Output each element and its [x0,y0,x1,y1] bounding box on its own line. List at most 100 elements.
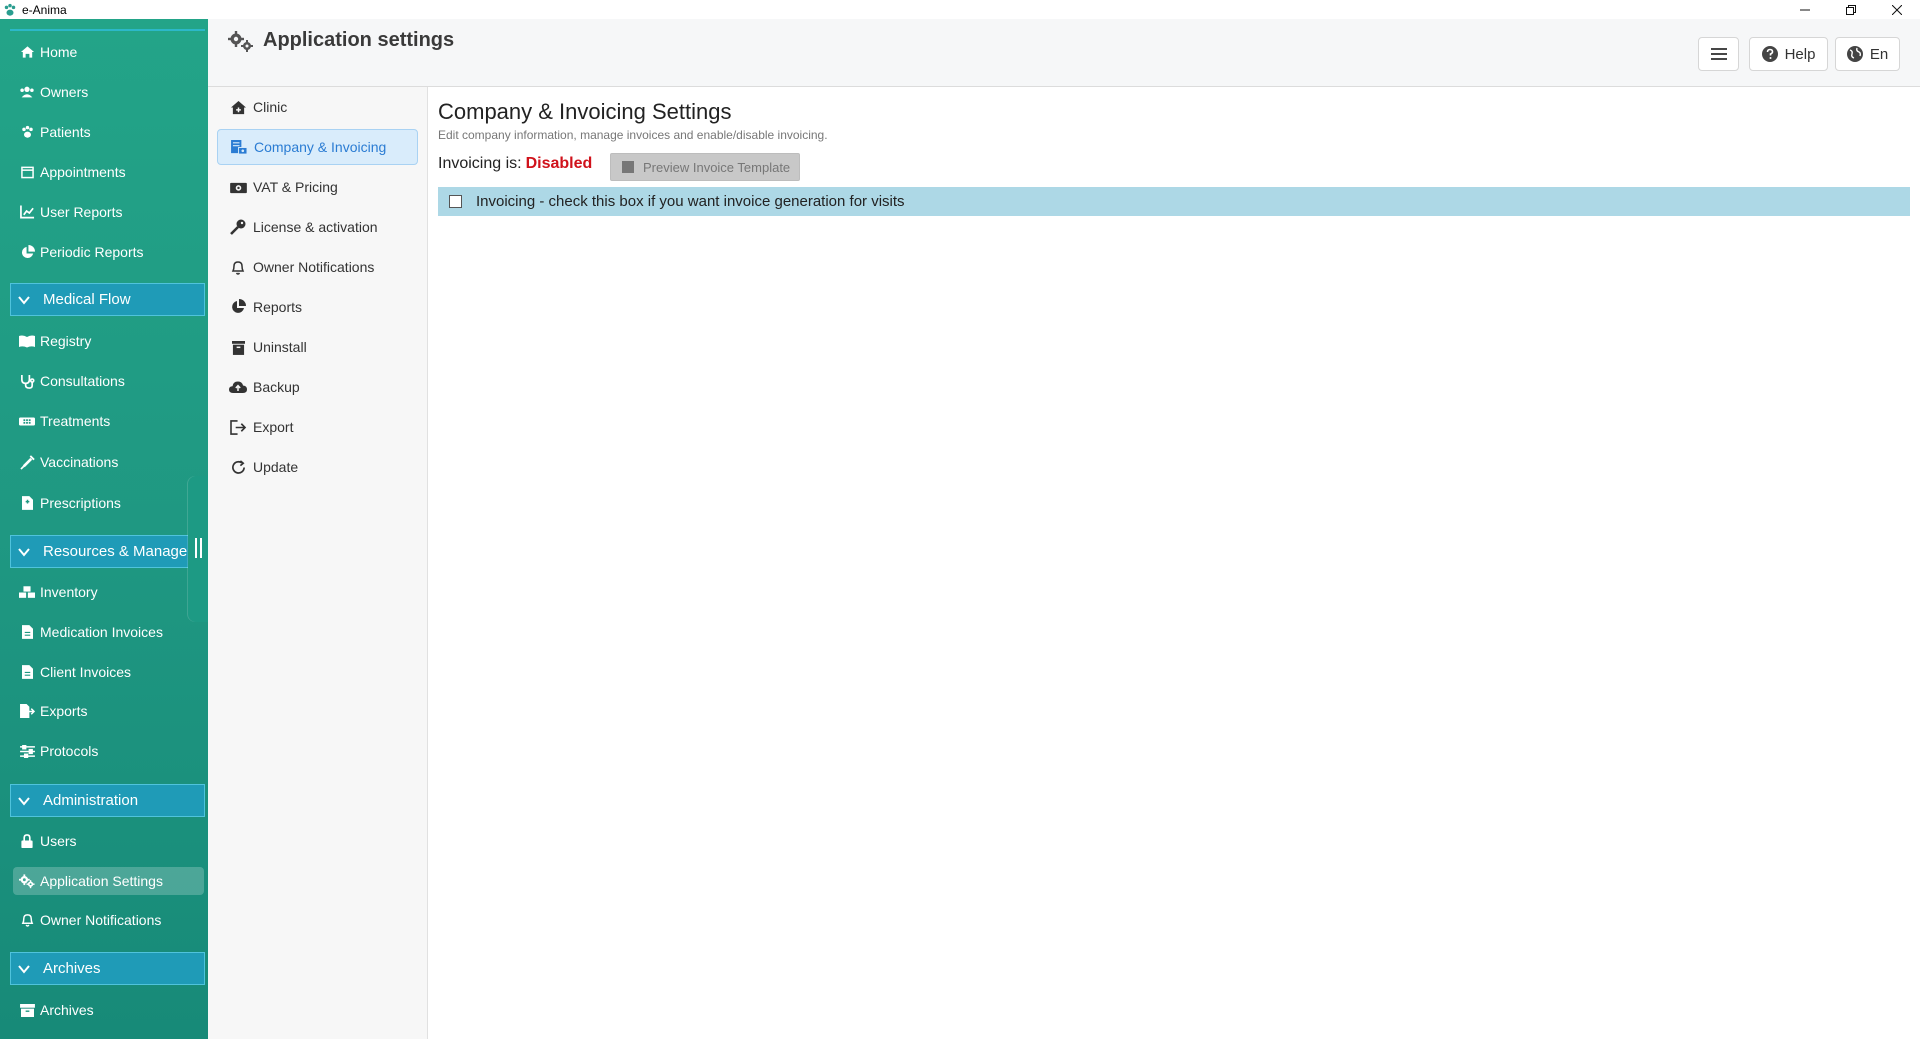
sidebar-item-label: Treatments [40,413,111,429]
sidebar-item-label: Application Settings [40,873,163,889]
sidebar-item-protocols[interactable]: Protocols [19,737,98,765]
settings-tab-uninstall[interactable]: Uninstall [229,331,307,363]
settings-tab-reports[interactable]: Reports [229,291,302,323]
invoicing-status: Invoicing is: Disabled [438,155,592,173]
sidebar-item-archives[interactable]: Archives [19,996,94,1024]
page-title: Application settings [263,29,455,51]
help-label: Help [1784,45,1816,63]
invoicing-checkbox-label: Invoicing - check this box if you want i… [476,193,905,210]
sidebar-item-label: Periodic Reports [40,244,144,260]
settings-tab-label: Export [253,419,294,435]
language-button[interactable]: En [1835,37,1900,71]
sidebar-item-periodic-reports[interactable]: Periodic Reports [19,238,144,266]
sidebar-item-home[interactable]: Home [19,38,77,66]
cloud-upload-icon [229,379,247,395]
settings-tab-label: Owner Notifications [253,259,375,275]
chevron-down-icon [17,545,31,559]
paw-icon [3,3,17,17]
settings-tab-export[interactable]: Export [229,411,293,443]
menu-button[interactable] [1698,37,1739,71]
invoicing-checkbox-row[interactable]: Invoicing - check this box if you want i… [438,187,1910,216]
sidebar-top-band [10,24,205,31]
section-header-label: Archives [43,960,101,977]
invoicing-status-label: Invoicing is: [438,155,522,172]
trash-icon [229,339,247,355]
window-titlebar: e-Anima [0,0,1920,19]
bell-icon [229,259,247,275]
help-button[interactable]: Help [1749,37,1828,71]
sidebar-item-label: Archives [40,1002,94,1018]
settings-tab-label: Backup [253,379,300,395]
sidebar-item-registry[interactable]: Registry [19,327,91,355]
sidebar-item-owner-notifications[interactable]: Owner Notifications [19,906,161,934]
sidebar-item-inventory[interactable]: Inventory [19,578,98,606]
settings-tab-label: Reports [253,299,303,315]
preview-button-label: Preview Invoice Template [643,159,791,175]
window-title: e-Anima [22,2,67,17]
sidebar-item-vaccinations[interactable]: Vaccinations [19,448,118,476]
refresh-icon [229,459,247,475]
section-header-medical-flow[interactable]: Medical Flow [10,283,205,316]
sidebar-item-label: Prescriptions [40,495,121,511]
book-icon [19,333,35,349]
language-label: En [1869,45,1889,63]
sidebar-item-label: Protocols [40,743,99,759]
sidebar-item-exports[interactable]: Exports [19,697,87,725]
sidebar-item-application-settings[interactable]: Application Settings [13,867,204,895]
settings-tab-update[interactable]: Update [229,451,298,483]
calendar-icon [19,164,35,180]
settings-tab-label: Update [253,459,299,475]
boxes-icon [19,584,35,600]
bandage-icon [19,413,35,429]
settings-tab-label: Clinic [253,99,288,115]
section-title: Company & Invoicing Settings [438,99,732,124]
settings-tab-company-invoicing[interactable]: Company & Invoicing [217,129,418,165]
sidebar-item-client-invoices[interactable]: Client Invoices [19,658,131,686]
sidebar-item-label: Vaccinations [40,454,119,470]
sidebar-item-appointments[interactable]: Appointments [19,158,126,186]
settings-nav: Clinic Company & Invoicing VAT & Pricing… [208,87,428,1039]
stop-icon [622,160,635,174]
settings-tab-owner-notifications[interactable]: Owner Notifications [229,251,374,283]
section-header-label: Medical Flow [43,291,131,308]
settings-tab-label: VAT & Pricing [253,179,338,195]
pie-chart-icon [19,244,35,260]
settings-tab-label: Uninstall [253,339,307,355]
settings-content: Company & Invoicing Settings Edit compan… [428,87,1920,1039]
sidebar-item-users[interactable]: Users [19,827,77,855]
settings-tab-vat-pricing[interactable]: VAT & Pricing [229,171,338,203]
settings-tab-backup[interactable]: Backup [229,371,300,403]
sidebar-resize-handle[interactable] [188,476,208,622]
sidebar-item-consultations[interactable]: Consultations [19,367,125,395]
invoice-icon [230,139,248,155]
close-button[interactable] [1874,0,1920,19]
question-circle-icon [1761,46,1778,62]
page-header: Application settings Help En [208,19,1920,87]
pie-chart-icon [229,299,247,315]
sliders-icon [19,743,35,759]
settings-tab-license-activation[interactable]: License & activation [229,211,378,243]
section-subtitle: Edit company information, manage invoice… [438,128,828,142]
sidebar-item-prescriptions[interactable]: Prescriptions [19,489,121,517]
section-header-resources-management[interactable]: Resources & Managem [10,535,205,568]
invoicing-checkbox[interactable] [449,195,462,208]
preview-invoice-template-button[interactable]: Preview Invoice Template [610,153,800,181]
sidebar-item-treatments[interactable]: Treatments [19,407,110,435]
section-header-label: Resources & Managem [43,543,200,560]
users-icon [19,84,35,100]
stethoscope-icon [19,373,35,389]
minimize-button[interactable] [1782,0,1828,19]
file-export-icon [19,703,35,719]
sidebar-item-medication-invoices[interactable]: Medication Invoices [19,618,163,646]
invoicing-status-value: Disabled [525,155,593,172]
sidebar-item-label: User Reports [40,204,123,220]
sidebar-item-owners[interactable]: Owners [19,78,88,106]
restore-button[interactable] [1828,0,1874,19]
section-header-administration[interactable]: Administration [10,784,205,817]
grip-icon [195,538,202,558]
settings-tab-clinic[interactable]: Clinic [229,91,287,123]
section-header-archives[interactable]: Archives [10,952,205,985]
sidebar-item-user-reports[interactable]: User Reports [19,198,122,226]
sidebar-item-patients[interactable]: Patients [19,118,91,146]
close-icon [1892,4,1902,15]
